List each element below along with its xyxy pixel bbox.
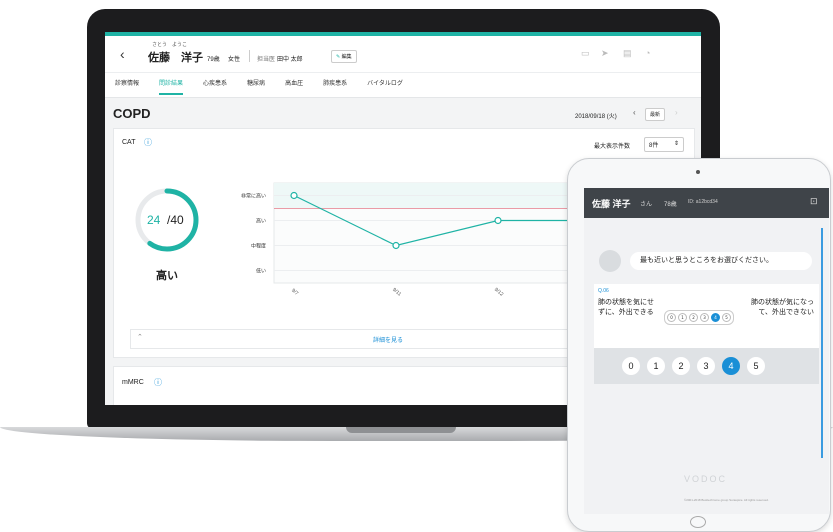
answer-options: 012345 — [622, 357, 765, 375]
tab-5[interactable]: 肺疾患系 — [323, 78, 347, 95]
message-icon[interactable]: ▭ — [581, 48, 590, 59]
doctor-avatar — [599, 250, 621, 272]
y-tick-label: 低い — [256, 268, 266, 275]
tab-4[interactable]: 高血圧 — [285, 78, 303, 95]
y-tick-label: 非常に高い — [241, 193, 266, 200]
data-point[interactable] — [392, 241, 400, 250]
scrollbar[interactable] — [821, 228, 823, 458]
left-anchor-text: 肺の状態を気にせずに、外出できる — [598, 299, 654, 316]
answer-option-4[interactable]: 4 — [722, 357, 740, 375]
lock-icon[interactable]: ⊡ — [810, 196, 818, 207]
mini-option: 1 — [678, 313, 687, 322]
data-point[interactable] — [290, 191, 298, 200]
patient-age: 79歳 — [207, 57, 220, 63]
answer-option-2[interactable]: 2 — [672, 357, 690, 375]
edit-label: 編集 — [341, 54, 352, 60]
max-display-value: 8件 — [649, 143, 659, 149]
section-title: COPD — [113, 106, 151, 121]
mmrc-help-icon[interactable]: ⓘ — [154, 377, 162, 388]
mini-scale: 012345 — [664, 310, 734, 325]
tab-2[interactable]: 心疾患系 — [203, 78, 227, 95]
mmrc-title: mMRC — [122, 379, 144, 386]
score-level: 高い — [156, 270, 178, 282]
tablet-honorific: さん — [640, 202, 653, 208]
tablet-home-button[interactable] — [690, 516, 706, 528]
doctor-name: 田中 太郎 — [277, 57, 303, 63]
data-point[interactable] — [494, 216, 502, 225]
patient-name: 佐藤 洋子 — [148, 52, 203, 64]
tab-1[interactable]: 問診結果 — [159, 78, 184, 95]
tablet-patient-name: 佐藤 洋子 — [592, 199, 631, 209]
brand-logo: VODOC — [684, 474, 728, 484]
mini-option: 3 — [700, 313, 709, 322]
clock-icon[interactable]: ◔ — [645, 48, 650, 58]
patient-furigana: さとう ようこ — [152, 42, 188, 48]
tab-6[interactable]: バイタルログ — [367, 78, 403, 95]
cat-title: CAT — [122, 139, 136, 146]
pencil-icon: ✎ — [336, 54, 341, 60]
latest-button[interactable]: 最新 — [645, 108, 666, 121]
x-tick-label: 9/12 — [493, 287, 504, 298]
right-anchor-text: 肺の状態が気になって、外出できない — [751, 299, 814, 316]
tablet-age: 78歳 — [664, 202, 677, 208]
mini-option: 0 — [667, 313, 676, 322]
answer-option-3[interactable]: 3 — [697, 357, 715, 375]
question-number: Q.06 — [598, 288, 609, 294]
expand-icon: ⌃ — [137, 334, 143, 341]
prev-date-icon[interactable]: ‹ — [633, 108, 636, 117]
tablet-screen: 佐藤 洋子 さん 78歳 ID: a12bcd34 ⊡ 最も近いと思うところをお… — [584, 188, 829, 514]
doctor-label: 担当医 — [257, 57, 276, 63]
x-tick-label: 9/7 — [290, 288, 299, 297]
divider — [249, 50, 250, 62]
prompt-bubble: 最も近いと思うところをお選びください。 — [630, 252, 812, 270]
prompt-text: 最も近いと思うところをお選びください。 — [640, 257, 773, 264]
max-display-label: 最大表示件数 — [594, 144, 631, 150]
answer-bar: 012345 — [594, 348, 819, 384]
chevron-updown-icon: ⇕ — [673, 141, 679, 147]
edit-button[interactable]: ✎ 編集 — [331, 50, 357, 63]
nav-tabs: 診察情報 問診結果 心疾患系 糖尿病 高血圧 肺疾患系 バイタルログ — [115, 78, 403, 95]
score-max: /40 — [167, 213, 184, 227]
tab-3[interactable]: 糖尿病 — [247, 78, 265, 95]
answer-option-5[interactable]: 5 — [747, 357, 765, 375]
date-label: 2018/09/18 (火) — [575, 114, 617, 120]
question-card: Q.06 肺の状態を気にせずに、外出できる 肺の状態が気になって、外出できない … — [594, 284, 819, 348]
mini-option: 5 — [722, 313, 731, 322]
score-value: 24 — [147, 213, 161, 227]
answer-option-1[interactable]: 1 — [647, 357, 665, 375]
patient-gender: 女性 — [228, 57, 241, 63]
max-display-select[interactable]: 8件 ⇕ — [644, 137, 684, 152]
next-date-icon[interactable]: › — [675, 108, 678, 117]
copyright: ©2001-2018 Bustlechrome group Soraspice.… — [684, 498, 769, 502]
back-icon[interactable]: ‹ — [120, 46, 125, 62]
detail-link[interactable]: 詳細を見る — [373, 335, 403, 344]
mini-option: 2 — [689, 313, 698, 322]
y-tick-label: 高い — [256, 218, 266, 225]
help-icon[interactable]: ⓘ — [144, 137, 152, 148]
send-icon[interactable]: ➤ — [601, 48, 609, 59]
mini-option: 4 — [711, 313, 720, 322]
tablet-camera — [696, 170, 700, 174]
answer-option-0[interactable]: 0 — [622, 357, 640, 375]
tablet-header: 佐藤 洋子 さん 78歳 ID: a12bcd34 ⊡ — [584, 188, 829, 218]
y-tick-label: 中程度 — [251, 243, 266, 250]
tab-0[interactable]: 診察情報 — [115, 78, 139, 95]
laptop-notch — [346, 427, 456, 433]
patient-header: ‹ さとう ようこ 佐藤 洋子 79歳 女性 担当医 田中 太郎 ✎ 編集 ▭ … — [105, 36, 701, 98]
calendar-icon[interactable]: ▤ — [623, 48, 632, 59]
tablet-id: ID: a12bcd34 — [688, 199, 718, 205]
x-tick-label: 9/11 — [391, 287, 402, 298]
